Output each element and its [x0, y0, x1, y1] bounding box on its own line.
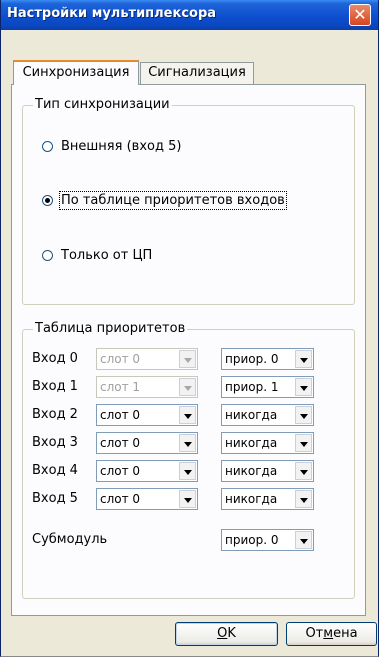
submodule-priority-select[interactable]: приор. 0: [221, 529, 314, 551]
priority-value: никогда: [225, 408, 278, 422]
title-bar[interactable]: Настройки мультиплексора ✕: [1, 0, 378, 30]
tab-sync[interactable]: Синхронизация: [13, 60, 139, 85]
ok-mnemonic: O: [217, 626, 228, 641]
input-label: Вход 4: [32, 463, 78, 478]
priority-select-2[interactable]: никогда: [221, 404, 314, 426]
chevron-down-icon[interactable]: [179, 406, 196, 424]
radio-external[interactable]: Внешняя (вход 5): [42, 136, 181, 156]
slot-select-5[interactable]: слот 0: [96, 488, 198, 510]
cancel-label-post: ена: [333, 626, 358, 641]
slot-value: слот 0: [100, 492, 141, 506]
input-label: Вход 0: [32, 351, 78, 366]
chevron-down-icon[interactable]: [295, 490, 312, 508]
priority-select-0[interactable]: приор. 0: [221, 348, 314, 370]
dialog-window: Настройки мультиплексора ✕ Синхронизация…: [0, 0, 379, 657]
slot-value: слот 0: [100, 352, 141, 366]
slot-select-1: слот 1: [96, 376, 198, 398]
priority-value: никогда: [225, 492, 278, 506]
slot-value: слот 0: [100, 436, 141, 450]
priority-value: приор. 0: [225, 533, 279, 547]
radio-cpu-only[interactable]: Только от ЦП: [42, 245, 152, 265]
input-label: Вход 2: [32, 407, 78, 422]
radio-cpu-only-label[interactable]: Только от ЦП: [61, 248, 152, 263]
priority-table-legend: Таблица приоритетов: [33, 321, 188, 336]
chevron-down-icon[interactable]: [295, 406, 312, 424]
slot-select-0: слот 0: [96, 348, 198, 370]
chevron-down-icon: [179, 350, 196, 368]
slot-value: слот 0: [100, 408, 141, 422]
tab-panel-sync: Тип синхронизации Внешняя (вход 5) По та…: [11, 84, 366, 616]
slot-select-4[interactable]: слот 0: [96, 460, 198, 482]
priority-select-1[interactable]: приор. 1: [221, 376, 314, 398]
slot-value: слот 0: [100, 464, 141, 478]
chevron-down-icon[interactable]: [295, 531, 312, 549]
chevron-down-icon[interactable]: [179, 434, 196, 452]
chevron-down-icon[interactable]: [295, 350, 312, 368]
radio-button[interactable]: [42, 249, 53, 261]
slot-select-2[interactable]: слот 0: [96, 404, 198, 426]
priority-value: приор. 1: [225, 380, 279, 394]
submodule-label: Субмодуль: [32, 532, 108, 547]
radio-button[interactable]: [42, 140, 53, 152]
chevron-down-icon: [179, 378, 196, 396]
chevron-down-icon[interactable]: [179, 490, 196, 508]
radio-priority-table[interactable]: По таблице приоритетов входов: [42, 190, 287, 210]
close-icon: ✕: [353, 5, 367, 24]
chevron-down-icon[interactable]: [295, 434, 312, 452]
chevron-down-icon[interactable]: [179, 462, 196, 480]
cancel-label-pre: От: [305, 626, 324, 641]
chevron-down-icon[interactable]: [295, 462, 312, 480]
sync-type-legend: Тип синхронизации: [33, 97, 172, 112]
input-label: Вход 1: [32, 379, 78, 394]
priority-select-3[interactable]: никогда: [221, 432, 314, 454]
priority-select-5[interactable]: никогда: [221, 488, 314, 510]
input-label: Вход 5: [32, 491, 78, 506]
close-button[interactable]: ✕: [349, 4, 371, 26]
ok-label-rest: K: [227, 626, 236, 641]
radio-external-label[interactable]: Внешняя (вход 5): [61, 139, 181, 154]
radio-button[interactable]: [42, 194, 53, 206]
slot-value: слот 1: [100, 380, 141, 394]
input-label: Вход 3: [32, 435, 78, 450]
tab-alarm[interactable]: Сигнализация: [140, 62, 254, 84]
cancel-button[interactable]: Отмена: [286, 622, 377, 646]
priority-value: никогда: [225, 436, 278, 450]
priority-select-4[interactable]: никогда: [221, 460, 314, 482]
radio-priority-table-label[interactable]: По таблице приоритетов входов: [59, 190, 287, 210]
cancel-mnemonic: м: [323, 626, 334, 641]
chevron-down-icon[interactable]: [295, 378, 312, 396]
window-title: Настройки мультиплексора: [7, 6, 217, 21]
ok-button[interactable]: OK: [175, 622, 278, 646]
slot-select-3[interactable]: слот 0: [96, 432, 198, 454]
priority-value: никогда: [225, 464, 278, 478]
priority-value: приор. 0: [225, 352, 279, 366]
